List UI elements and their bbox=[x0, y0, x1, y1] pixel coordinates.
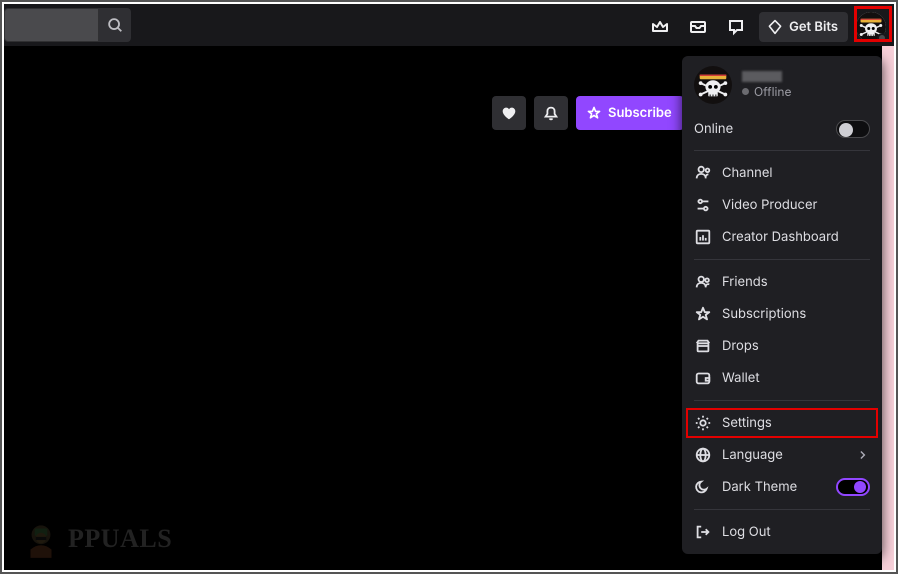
divider-icon bbox=[694, 150, 870, 151]
subscribe-button[interactable]: Subscribe bbox=[576, 96, 684, 130]
gear-icon bbox=[694, 414, 712, 432]
menu-friends[interactable]: Friends bbox=[682, 266, 882, 298]
online-toggle-row: Online bbox=[682, 114, 882, 144]
crown-icon bbox=[650, 17, 670, 37]
menu-label: Subscriptions bbox=[722, 306, 806, 322]
menu-label: Settings bbox=[722, 415, 772, 431]
subscribe-label: Subscribe bbox=[608, 105, 672, 121]
whispers-button[interactable] bbox=[721, 12, 751, 42]
user-avatar-button[interactable] bbox=[856, 12, 886, 42]
channel-icon bbox=[694, 164, 712, 182]
globe-icon bbox=[694, 446, 712, 464]
menu-video-producer[interactable]: Video Producer bbox=[682, 189, 882, 221]
star-icon bbox=[694, 305, 712, 323]
menu-creator-dashboard[interactable]: Creator Dashboard bbox=[682, 221, 882, 253]
menu-subscriptions[interactable]: Subscriptions bbox=[682, 298, 882, 330]
user-dropdown: Offline Online Channel Video Producer Cr… bbox=[682, 56, 882, 554]
moon-icon bbox=[694, 478, 712, 496]
notifications-button[interactable] bbox=[534, 96, 568, 130]
menu-wallet[interactable]: Wallet bbox=[682, 362, 882, 394]
chevron-right-icon bbox=[856, 448, 870, 462]
menu-label: Video Producer bbox=[722, 197, 817, 213]
sliders-icon bbox=[694, 196, 712, 214]
prime-button[interactable] bbox=[645, 12, 675, 42]
search-icon bbox=[106, 16, 124, 34]
menu-label: Log Out bbox=[722, 524, 771, 540]
status-dot-icon bbox=[877, 33, 887, 43]
get-bits-label: Get Bits bbox=[789, 19, 838, 35]
online-label: Online bbox=[694, 121, 733, 137]
divider-icon bbox=[694, 400, 870, 401]
watermark-logo-icon bbox=[20, 518, 62, 560]
friends-icon bbox=[694, 273, 712, 291]
menu-label: Creator Dashboard bbox=[722, 229, 839, 245]
menu-label: Drops bbox=[722, 338, 759, 354]
menu-log-out[interactable]: Log Out bbox=[682, 516, 882, 548]
channel-action-row: Subscribe bbox=[492, 96, 684, 130]
menu-dark-theme: Dark Theme bbox=[682, 471, 882, 503]
logout-icon bbox=[694, 523, 712, 541]
bits-icon bbox=[767, 19, 783, 35]
menu-language[interactable]: Language bbox=[682, 439, 882, 471]
bell-icon bbox=[542, 104, 560, 122]
heart-icon bbox=[500, 104, 518, 122]
wallet-icon bbox=[694, 369, 712, 387]
drops-icon bbox=[694, 337, 712, 355]
dropdown-status: Offline bbox=[742, 84, 792, 99]
right-edge-strip bbox=[882, 46, 894, 570]
star-icon bbox=[586, 105, 602, 121]
skull-avatar-icon bbox=[694, 66, 732, 104]
inbox-button[interactable] bbox=[683, 12, 713, 42]
chat-icon bbox=[726, 17, 746, 37]
menu-settings[interactable]: Settings bbox=[682, 407, 882, 439]
dropdown-user-info: Offline bbox=[742, 71, 792, 99]
search-input[interactable] bbox=[4, 8, 99, 42]
dark-theme-toggle[interactable] bbox=[836, 478, 870, 496]
menu-label: Language bbox=[722, 447, 783, 463]
dropdown-username bbox=[742, 71, 782, 82]
divider-icon bbox=[694, 259, 870, 260]
menu-label: Friends bbox=[722, 274, 768, 290]
watermark-text: PPUALS bbox=[68, 524, 172, 554]
online-toggle[interactable] bbox=[836, 120, 870, 138]
divider-icon bbox=[694, 509, 870, 510]
menu-drops[interactable]: Drops bbox=[682, 330, 882, 362]
dropdown-avatar bbox=[694, 66, 732, 104]
top-bar: Get Bits bbox=[4, 4, 894, 46]
dashboard-icon bbox=[694, 228, 712, 246]
menu-label: Dark Theme bbox=[722, 479, 797, 495]
get-bits-button[interactable]: Get Bits bbox=[759, 12, 848, 42]
dropdown-header: Offline bbox=[682, 66, 882, 114]
app-frame: Get Bits bbox=[0, 0, 898, 574]
menu-label: Channel bbox=[722, 165, 773, 181]
menu-channel[interactable]: Channel bbox=[682, 157, 882, 189]
watermark: PPUALS bbox=[20, 518, 172, 560]
inbox-icon bbox=[688, 17, 708, 37]
search-box bbox=[4, 8, 131, 42]
top-right-controls: Get Bits bbox=[645, 6, 886, 48]
menu-label: Wallet bbox=[722, 370, 760, 386]
search-button[interactable] bbox=[99, 8, 131, 42]
follow-button[interactable] bbox=[492, 96, 526, 130]
